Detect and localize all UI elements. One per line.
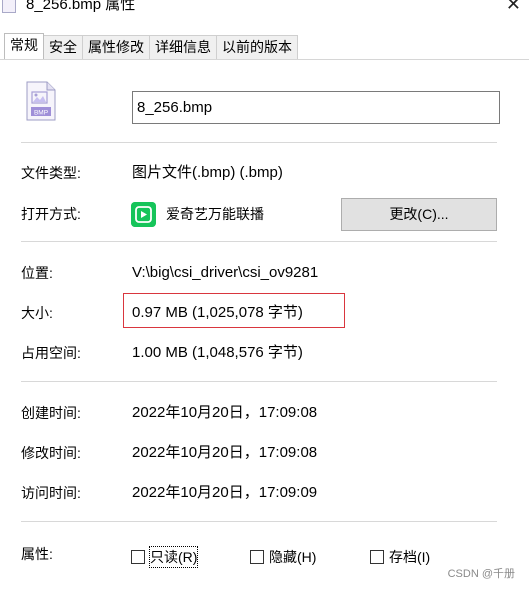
file-name-input[interactable]: [132, 91, 500, 124]
readonly-checkbox[interactable]: 只读(R): [131, 546, 199, 568]
checkbox-box[interactable]: [131, 550, 145, 564]
divider: [21, 241, 497, 242]
created-value: 2022年10月20日，17:09:08: [132, 404, 318, 421]
divider: [21, 142, 497, 143]
disk-size-value: 1.00 MB (1,048,576 字节): [132, 344, 303, 361]
divider: [21, 521, 497, 522]
tab-attribute-edit[interactable]: 属性修改: [82, 35, 150, 59]
hidden-checkbox[interactable]: 隐藏(H): [250, 548, 316, 566]
hidden-label: 隐藏(H): [269, 549, 317, 565]
close-icon[interactable]: ✕: [506, 0, 521, 14]
checkbox-box[interactable]: [370, 550, 384, 564]
checkbox-box[interactable]: [250, 550, 264, 564]
tab-previous-versions[interactable]: 以前的版本: [216, 35, 298, 59]
modified-label: 修改时间:: [21, 445, 81, 461]
tab-details[interactable]: 详细信息: [149, 35, 217, 59]
disk-size-label: 占用空间:: [21, 345, 81, 361]
opens-with-label: 打开方式:: [21, 206, 81, 222]
location-value: V:\big\csi_driver\csi_ov9281: [132, 264, 319, 281]
iqiyi-app-icon: [131, 202, 156, 227]
tab-strip: 常规 安全 属性修改 详细信息 以前的版本: [4, 33, 298, 59]
attributes-label: 属性:: [21, 546, 53, 562]
opens-with-app: 爱奇艺万能联播: [166, 206, 264, 222]
archive-checkbox[interactable]: 存档(I): [370, 548, 430, 566]
title-bar: 8_256.bmp 属性 ✕: [0, 0, 529, 26]
archive-label: 存档(I): [389, 549, 431, 565]
divider: [21, 381, 497, 382]
watermark: CSDN @千册: [447, 568, 515, 580]
window-title: 8_256.bmp 属性: [26, 0, 136, 13]
location-label: 位置:: [21, 265, 53, 281]
size-highlight-box: [123, 293, 345, 328]
bmp-file-icon: BMP: [26, 81, 56, 121]
change-button[interactable]: 更改(C)...: [341, 198, 497, 231]
tab-security[interactable]: 安全: [43, 35, 83, 59]
accessed-label: 访问时间:: [21, 485, 81, 501]
created-label: 创建时间:: [21, 405, 81, 421]
size-label: 大小:: [21, 305, 53, 321]
bmp-icon-text: BMP: [34, 110, 48, 117]
tab-general[interactable]: 常规: [4, 33, 44, 59]
file-type-value: 图片文件(.bmp) (.bmp): [132, 164, 283, 181]
accessed-value: 2022年10月20日，17:09:09: [132, 484, 318, 501]
file-type-label: 文件类型:: [21, 165, 81, 181]
modified-value: 2022年10月20日，17:09:08: [132, 444, 318, 461]
file-icon: [2, 0, 16, 13]
readonly-label: 只读(R): [148, 546, 199, 568]
